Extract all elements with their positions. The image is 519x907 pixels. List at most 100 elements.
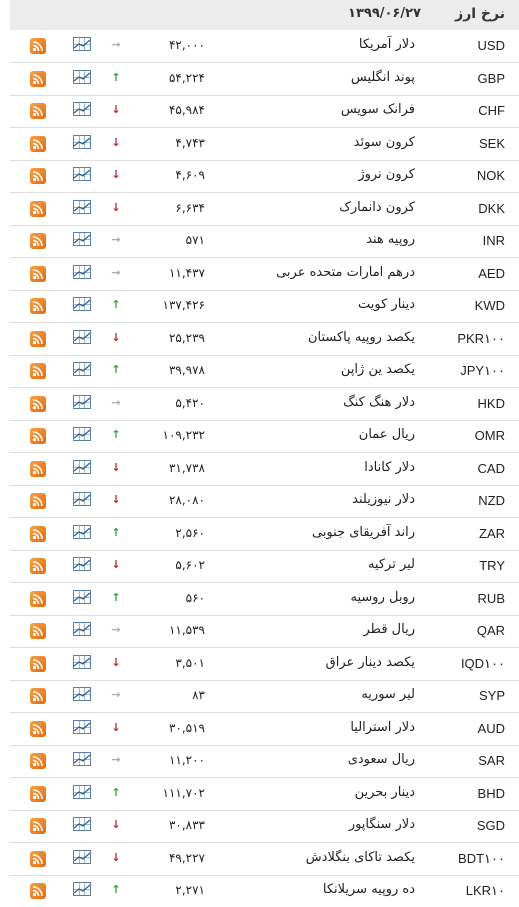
- rss-icon[interactable]: [30, 785, 46, 802]
- trend-up-icon: ↑: [111, 785, 121, 799]
- chart-icon[interactable]: [73, 524, 91, 539]
- table-row: NZD دلار نیوزیلند ۲۸,۰۸۰ ↓: [10, 485, 519, 518]
- chart-icon[interactable]: [73, 232, 91, 246]
- table-row: QAR ریال قطر ۱۱,۵۳۹ →: [10, 615, 519, 648]
- currency-name: ریال عمان: [358, 427, 415, 442]
- chart-icon[interactable]: [73, 492, 91, 506]
- currency-code: AED: [478, 265, 505, 281]
- table-row: GBP پوند انگلیس ۵۴,۲۲۴ ↑: [10, 63, 519, 96]
- chart-icon[interactable]: [73, 719, 91, 734]
- chart-icon[interactable]: [73, 37, 91, 51]
- rss-icon[interactable]: [30, 818, 46, 834]
- rss-icon[interactable]: [30, 525, 46, 542]
- chart-icon[interactable]: [73, 784, 91, 799]
- chart-icon[interactable]: [73, 654, 91, 669]
- table-row: DKK کرون دانمارک ۶,۶۳۴ ↓: [10, 193, 519, 226]
- rss-icon[interactable]: [30, 168, 46, 184]
- chart-icon[interactable]: [73, 199, 91, 214]
- trend-up-icon: ↑: [111, 363, 121, 376]
- chart-icon[interactable]: [73, 69, 91, 84]
- rss-icon[interactable]: [30, 623, 46, 639]
- currency-name: دلار سنگاپور: [348, 817, 415, 832]
- rss-icon[interactable]: [30, 363, 46, 379]
- chart-icon[interactable]: [73, 102, 91, 116]
- rss-icon[interactable]: [30, 428, 46, 444]
- currency-code: QAR: [476, 623, 505, 638]
- chart-icon[interactable]: [73, 622, 91, 636]
- currency-name: یکصد دینار عراق: [325, 654, 415, 670]
- table-row: SYP لیر سوریه ۸۳ →: [10, 680, 519, 713]
- currency-rate: ۳۰,۵۱۹: [168, 720, 205, 735]
- chart-icon[interactable]: [73, 589, 91, 604]
- currency-code: BDT۱۰۰: [458, 850, 505, 866]
- rss-icon[interactable]: [30, 395, 46, 412]
- rss-icon[interactable]: [30, 655, 46, 672]
- currency-rate: ۶,۶۳۴: [175, 200, 205, 215]
- table-row: SEK کرون سوئد ۴,۷۴۳ ↓: [10, 128, 519, 161]
- currency-code: SEK: [478, 135, 505, 151]
- rss-icon[interactable]: [30, 38, 46, 54]
- chart-icon[interactable]: [73, 849, 91, 864]
- trend-up-icon: ↑: [111, 525, 121, 539]
- chart-icon[interactable]: [73, 427, 91, 441]
- rss-icon[interactable]: [30, 558, 46, 574]
- trend-down-icon: ↓: [111, 103, 121, 116]
- rss-icon[interactable]: [30, 135, 46, 152]
- rss-icon[interactable]: [30, 265, 46, 282]
- currency-code: DKK: [478, 200, 505, 216]
- chart-icon[interactable]: [73, 882, 91, 896]
- trend-flat-icon: →: [111, 688, 121, 701]
- currency-code: BHD: [477, 785, 505, 801]
- chart-icon[interactable]: [73, 264, 91, 279]
- chart-icon[interactable]: [73, 752, 91, 766]
- chart-icon[interactable]: [73, 362, 91, 376]
- rss-icon[interactable]: [30, 460, 46, 477]
- currency-name: یکصد تاکای بنگلادش: [305, 849, 415, 865]
- currency-code: USD: [477, 38, 505, 53]
- trend-flat-icon: →: [111, 395, 121, 409]
- currency-code: RUB: [477, 590, 505, 606]
- rss-icon[interactable]: [30, 330, 46, 347]
- chart-icon[interactable]: [73, 394, 91, 409]
- chart-icon[interactable]: [73, 134, 91, 149]
- chart-icon[interactable]: [73, 459, 91, 474]
- table-row: AED درهم امارات متحده عربی ۱۱,۴۳۷ →: [10, 258, 519, 291]
- chart-icon[interactable]: [73, 167, 91, 181]
- trend-down-icon: ↓: [111, 558, 121, 571]
- currency-code: LKR۱۰: [465, 883, 505, 898]
- rss-icon[interactable]: [30, 200, 46, 217]
- rss-icon[interactable]: [30, 70, 46, 87]
- currency-name: دلار هنگ کنگ: [343, 394, 415, 410]
- header-title: نرخ ارز: [455, 6, 505, 22]
- rss-icon[interactable]: [30, 753, 46, 769]
- trend-flat-icon: →: [111, 623, 121, 636]
- currency-rate: ۵۴,۲۲۴: [168, 70, 205, 85]
- currency-rates-table: نرخ ارز ۱۳۹۹/۰۶/۲۷ USD دلار آمریکا ۴۲,۰۰۰ →…: [0, 0, 519, 907]
- currency-name: کرون نروژ: [358, 167, 415, 182]
- currency-name: درهم امارات متحده عربی: [276, 264, 415, 280]
- currency-code: NOK: [476, 168, 505, 183]
- chart-icon[interactable]: [73, 297, 91, 311]
- chart-icon[interactable]: [73, 817, 91, 831]
- rss-icon[interactable]: [30, 688, 46, 704]
- currency-rate: ۳,۵۰۱: [175, 655, 205, 670]
- table-row: AUD دلار استرالیا ۳۰,۵۱۹ ↓: [10, 713, 519, 746]
- chart-icon[interactable]: [73, 329, 91, 344]
- rss-icon[interactable]: [30, 883, 46, 899]
- table-row: RUB روبل روسیه ۵۶۰ ↑: [10, 583, 519, 616]
- chart-icon[interactable]: [73, 687, 91, 701]
- rss-icon[interactable]: [30, 103, 46, 119]
- trend-down-icon: ↓: [111, 655, 121, 669]
- rss-icon[interactable]: [30, 298, 46, 314]
- rss-icon[interactable]: [30, 590, 46, 607]
- currency-code: SAR: [478, 753, 505, 768]
- currency-name: یکصد ین ژاپن: [340, 362, 415, 377]
- currency-rate: ۱۱,۴۳۷: [168, 265, 205, 280]
- rss-icon[interactable]: [30, 850, 46, 867]
- rss-icon[interactable]: [30, 233, 46, 249]
- rss-icon[interactable]: [30, 493, 46, 509]
- chart-icon[interactable]: [73, 557, 91, 571]
- rss-icon[interactable]: [30, 720, 46, 737]
- currency-code: HKD: [477, 395, 505, 411]
- trend-down-icon: ↓: [111, 330, 121, 344]
